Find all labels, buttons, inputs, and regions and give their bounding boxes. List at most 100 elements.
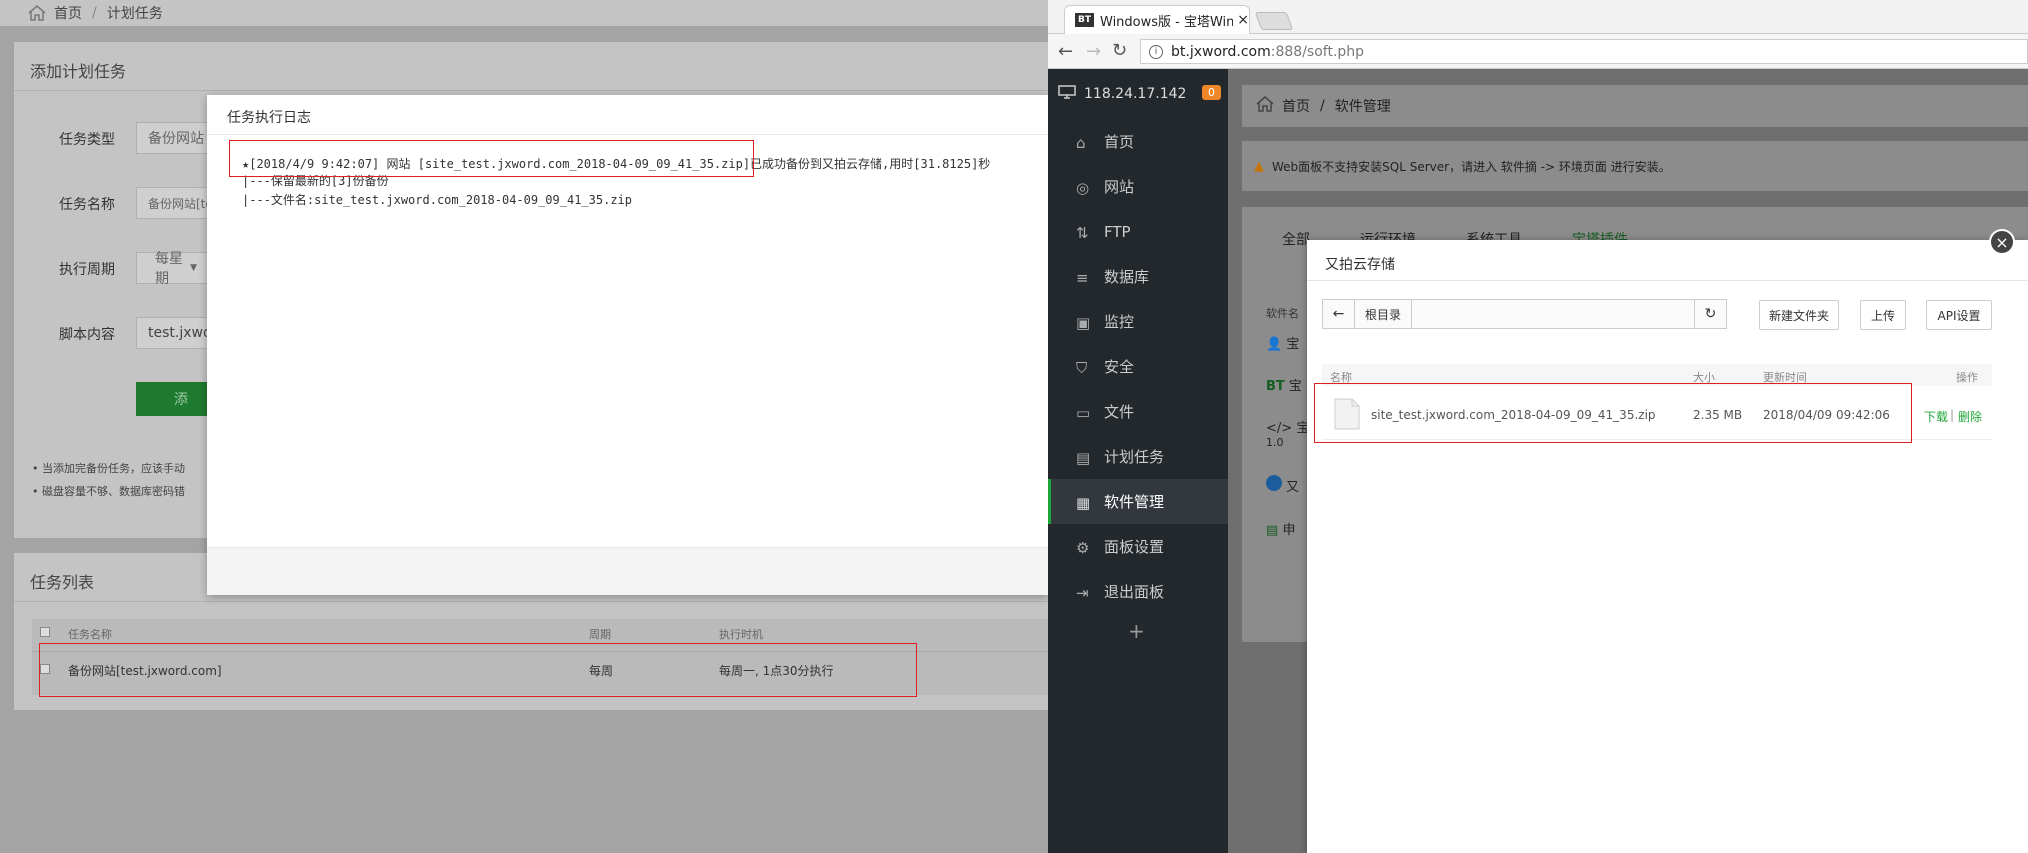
nav-home[interactable]: ⌂ 首页	[1048, 119, 1228, 164]
soft-name: 又	[1286, 480, 1300, 495]
soft-row[interactable]: BT 宝	[1266, 375, 1302, 394]
script-label: 脚本内容	[59, 327, 115, 343]
soft-name: 申	[1282, 523, 1296, 538]
api-settings-button[interactable]: API设置	[1926, 300, 1992, 330]
col-header-name: 任务名称	[68, 628, 112, 641]
close-tab-icon[interactable]: ×	[1237, 12, 1249, 28]
soft-row[interactable]: </> 宝 1.0	[1266, 417, 1309, 449]
note-1: • 当添加完备份任务，应该手动	[32, 462, 185, 475]
code-icon: </>	[1266, 421, 1293, 436]
version: 1.0	[1266, 436, 1284, 449]
select-all-checkbox[interactable]	[40, 627, 50, 637]
cycle-select[interactable]: 每星期 ▼	[136, 251, 216, 287]
upload-button[interactable]: 上传	[1860, 300, 1906, 330]
col-ops: 操作	[1956, 371, 1978, 384]
nav-label: 软件管理	[1104, 493, 1165, 511]
tab-title: Windows版 - 宝塔Wind	[1100, 14, 1234, 30]
path-root[interactable]: 根目录	[1355, 300, 1413, 328]
col-header-cycle: 周期	[589, 628, 611, 641]
nav-ftp[interactable]: ⇅ FTP	[1048, 209, 1228, 254]
address-bar-row: ← → ↻ i bt.jxword.com:888/soft.php	[1048, 34, 2028, 69]
highlight-file-row	[1314, 383, 1912, 443]
new-tab-button[interactable]	[1254, 12, 1294, 30]
gear-icon: ⚙	[1076, 538, 1090, 557]
nav-website[interactable]: ◎ 网站	[1048, 164, 1228, 209]
log-line-3: |---文件名:site_test.jxword.com_2018-04-09_…	[242, 193, 633, 207]
warning-icon: ▲	[1254, 158, 1264, 174]
panel-sidebar: 118.24.17.142 0 ⌂ 首页 ◎ 网站 ⇅ FTP ≡ 数据库 ▣ 监控 ⛉ 安…	[1048, 69, 1228, 853]
nav-label: FTP	[1104, 222, 1131, 241]
nav-label: 安全	[1104, 358, 1135, 376]
globe-icon: ◎	[1076, 178, 1090, 197]
notice-badge[interactable]: 0	[1202, 85, 1221, 100]
nav-files[interactable]: ▭ 文件	[1048, 389, 1228, 434]
ftp-icon: ⇅	[1076, 223, 1089, 242]
server-info: 118.24.17.142 0	[1048, 69, 1228, 119]
url-rest: :888/soft.php	[1270, 43, 1365, 60]
home-icon[interactable]	[28, 5, 46, 21]
task-name-label: 任务名称	[59, 197, 115, 213]
soft-row[interactable]: 👤 宝	[1266, 333, 1299, 352]
nav-label: 首页	[1104, 133, 1135, 151]
highlight-task-row	[39, 643, 917, 697]
nav-database[interactable]: ≡ 数据库	[1048, 254, 1228, 299]
refresh-icon[interactable]: ↻	[1694, 300, 1726, 328]
soft-row[interactable]: ▤ 申	[1266, 519, 1295, 538]
col-header-when: 执行时机	[719, 628, 763, 641]
breadcrumb-current: 计划任务	[106, 6, 163, 22]
folder-icon: ▭	[1076, 403, 1091, 422]
delete-link[interactable]: 删除	[1958, 408, 1982, 425]
task-type-label: 任务类型	[59, 132, 115, 148]
download-link[interactable]: 下载	[1924, 408, 1948, 425]
log-modal-footer	[207, 547, 1048, 595]
url-host: bt.jxword.com	[1171, 43, 1271, 60]
back-arrow-icon[interactable]: ←	[1323, 300, 1355, 328]
nav-label: 计划任务	[1104, 448, 1165, 466]
info-icon[interactable]: i	[1149, 44, 1163, 59]
path-bar: ← 根目录 ↻	[1322, 299, 1727, 329]
breadcrumb: 首页 / 计划任务	[0, 0, 1048, 26]
browser-tab[interactable]: BT Windows版 - 宝塔Wind ×	[1064, 5, 1250, 34]
nav-settings[interactable]: ⚙ 面板设置	[1048, 524, 1228, 569]
calendar-icon: ▤	[1076, 448, 1091, 467]
add-menu-button[interactable]: +	[1128, 619, 1145, 643]
highlight-log-line	[229, 140, 754, 177]
note-1-text: 当添加完备份任务，应该手动	[42, 462, 185, 475]
url-field[interactable]: i bt.jxword.com:888/soft.php	[1140, 39, 2028, 64]
tab-bar: BT Windows版 - 宝塔Wind ×	[1048, 0, 2028, 34]
breadcrumb-sep: /	[1320, 98, 1325, 114]
reload-icon[interactable]: ↻	[1112, 40, 1127, 61]
home-icon[interactable]	[1256, 96, 1274, 116]
caret-down-icon: ▼	[190, 263, 197, 273]
storage-title: 又拍云存储	[1325, 257, 1395, 273]
close-modal-icon[interactable]: ×	[1989, 229, 2015, 255]
grid-icon: ▦	[1076, 493, 1091, 512]
warning-text: Web面板不支持安装SQL Server，请进入 软件摘 -> 环境页面 进行安…	[1272, 159, 1671, 174]
nav-cron[interactable]: ▤ 计划任务	[1048, 434, 1228, 479]
table-header: 任务名称 周期 执行时机	[32, 619, 1048, 645]
breadcrumb-current: 软件管理	[1334, 99, 1391, 115]
soft-name: 宝	[1288, 379, 1302, 394]
nav-label: 网站	[1104, 178, 1135, 196]
upyun-icon	[1266, 475, 1282, 491]
back-icon[interactable]: ←	[1058, 41, 1073, 62]
content-breadcrumb: 首页 / 软件管理	[1242, 85, 2028, 127]
breadcrumb-home[interactable]: 首页	[54, 3, 82, 23]
monitor-icon	[1058, 85, 1076, 103]
nav-software[interactable]: ▦ 软件管理	[1048, 479, 1228, 524]
nav-security[interactable]: ⛉ 安全	[1048, 344, 1228, 389]
soft-row[interactable]: 又	[1266, 475, 1299, 495]
new-folder-button[interactable]: 新建文件夹	[1759, 300, 1839, 330]
nav-logout[interactable]: ⇥ 退出面板	[1048, 569, 1228, 614]
ops-sep: |	[1950, 408, 1955, 422]
nav-monitor[interactable]: ▣ 监控	[1048, 299, 1228, 344]
tab-all[interactable]: 全部	[1282, 229, 1310, 249]
nav-label: 文件	[1104, 403, 1135, 421]
breadcrumb-sep: /	[92, 5, 97, 21]
bt-favicon-icon: BT	[1075, 13, 1094, 27]
forward-icon[interactable]: →	[1086, 41, 1101, 62]
database-icon: ≡	[1076, 268, 1089, 287]
cycle-value: 每星期	[155, 251, 183, 287]
note-2: • 磁盘容量不够、数据库密码错	[32, 485, 185, 498]
breadcrumb-home[interactable]: 首页	[1282, 96, 1310, 116]
